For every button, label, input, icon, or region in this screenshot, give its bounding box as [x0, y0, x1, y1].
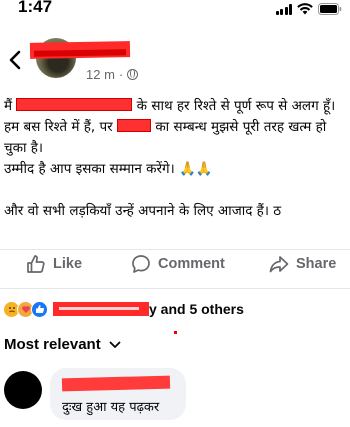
share-icon: [269, 256, 289, 273]
comment-label: Comment: [158, 256, 225, 272]
back-arrow-icon[interactable]: [8, 50, 22, 70]
reactor-names-redacted: [53, 302, 149, 316]
reactions-summary[interactable]: y and 5 others: [3, 299, 244, 319]
redacted-name: [117, 119, 152, 132]
chevron-down-icon: [109, 341, 121, 348]
sort-label: Most relevant: [4, 336, 101, 353]
divider: [0, 288, 350, 289]
like-reaction-icon: [31, 300, 48, 318]
post-meta: 12 m ·: [86, 67, 139, 82]
post-header: 12 m ·: [0, 36, 350, 86]
commenter-name-redacted: [61, 375, 171, 392]
reactions-others-text: y and 5 others: [149, 301, 244, 317]
wifi-icon: [297, 3, 313, 15]
post-text-segment: मैं: [4, 98, 13, 114]
comment-text: दुःख हुआ यह पढ़कर: [62, 400, 160, 415]
comment-button[interactable]: Comment: [131, 254, 225, 274]
comment-sort-dropdown[interactable]: Most relevant: [4, 336, 121, 353]
status-bar: 1:47: [0, 0, 350, 22]
commenter-avatar[interactable]: [4, 371, 42, 409]
globe-icon: [127, 69, 139, 80]
battery-icon: [318, 3, 342, 15]
like-icon: [27, 255, 45, 273]
like-label: Like: [53, 256, 83, 272]
status-time: 1:47: [18, 0, 53, 16]
post-text-segment: उम्मीद है आप इसका सम्मान करेंगे। 🙏🙏: [4, 161, 213, 177]
post-paragraph-2: और वो सभी लड़कियाँ उन्हें अपनाने के लिए …: [4, 203, 282, 219]
divider: [0, 249, 350, 250]
share-button[interactable]: Share: [269, 254, 336, 274]
author-name-redacted[interactable]: [29, 41, 131, 59]
post-time[interactable]: 12 m: [86, 67, 115, 82]
like-button[interactable]: Like: [26, 254, 82, 274]
cellular-signal-icon: [275, 3, 292, 15]
redacted-name: [16, 98, 133, 111]
post-body: मैं के साथ हर रिश्ते से पूर्ण रूप से अलग…: [4, 96, 344, 243]
status-icons: [275, 2, 343, 16]
share-label: Share: [296, 256, 337, 272]
stray-mark: [174, 331, 177, 334]
post-paragraph-1: मैं के साथ हर रिश्ते से पूर्ण रूप से अलग…: [4, 96, 344, 180]
comment-icon: [132, 255, 150, 273]
comment-bubble[interactable]: दुःख हुआ यह पढ़कर: [50, 368, 186, 420]
post-actions: Like Comment Share: [0, 254, 350, 282]
meta-separator: ·: [118, 67, 124, 82]
